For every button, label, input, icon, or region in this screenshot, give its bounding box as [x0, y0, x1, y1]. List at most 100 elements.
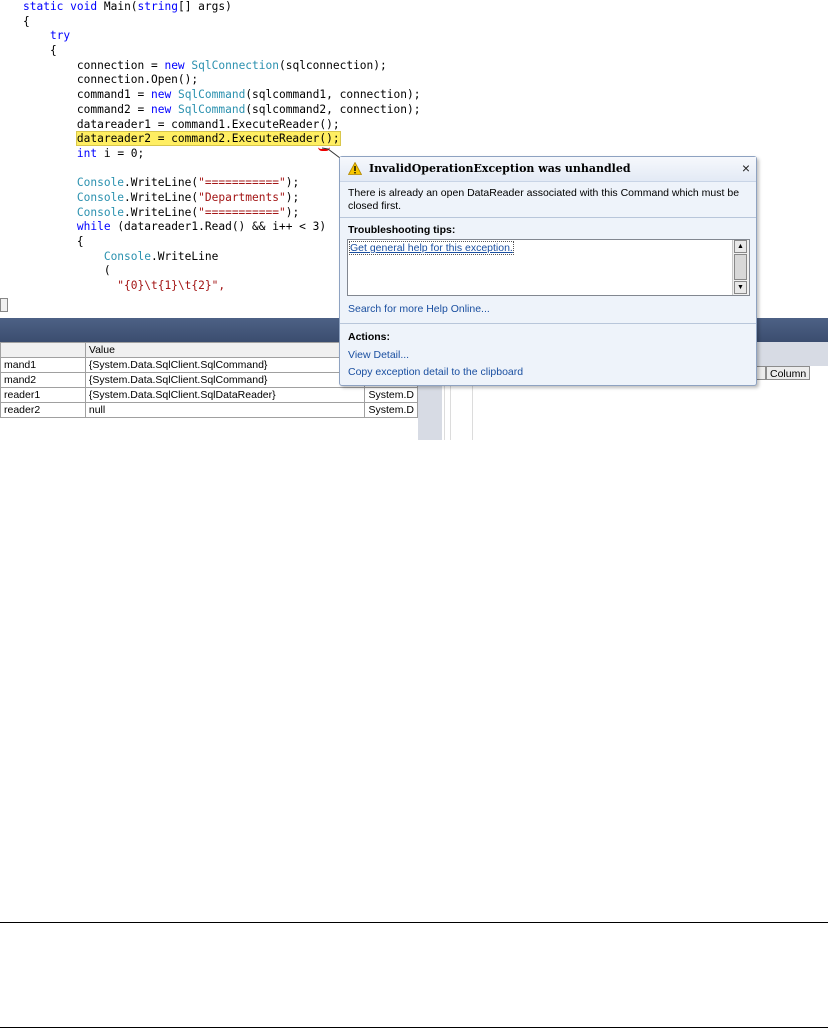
code-line[interactable]: static void Main(string[] args): [23, 0, 420, 15]
code-token: command2 =: [23, 102, 151, 116]
locals-cell-value: {System.Data.SqlClient.SqlCommand}: [84, 357, 366, 373]
code-token: "===========": [198, 205, 286, 219]
table-row[interactable]: reader2 null System.D: [0, 402, 418, 418]
code-token: Console: [103, 249, 151, 263]
code-line[interactable]: datareader1 = command1.ExecuteReader();: [23, 118, 420, 133]
exception-helper-popup: InvalidOperationException was unhandled …: [339, 156, 757, 386]
code-token: static: [23, 0, 64, 13]
code-token: );: [285, 190, 300, 204]
code-token: (sqlcommand2, connection);: [245, 102, 421, 116]
code-token: (sqlcommand1, connection);: [245, 88, 421, 102]
search-help-online-link[interactable]: Search for more Help Online...: [348, 303, 490, 315]
copy-exception-link[interactable]: Copy exception detail to the clipboard: [348, 366, 523, 378]
troubleshooting-heading: Troubleshooting tips:: [348, 224, 456, 236]
code-token: "===========": [198, 176, 286, 190]
divider: [340, 217, 756, 218]
locals-cell-name: reader2: [0, 402, 86, 418]
current-statement-highlight: datareader2 = command2.ExecuteReader();: [75, 131, 341, 147]
editor-scrollbar-stub[interactable]: [0, 298, 8, 312]
code-token: SqlCommand: [177, 88, 246, 102]
troubleshooting-tips-list[interactable]: Get general help for this exception. ▲ ▼: [347, 239, 750, 296]
code-line[interactable]: datareader2 = command2.ExecuteReader();: [23, 131, 420, 147]
exception-message: There is already an open DataReader asso…: [348, 187, 740, 212]
popup-title: InvalidOperationException was unhandled: [369, 162, 631, 175]
column-header-button[interactable]: Column: [766, 366, 810, 380]
code-token: new: [150, 88, 172, 102]
code-token: connection.Open();: [23, 73, 199, 87]
general-help-link[interactable]: Get general help for this exception.: [349, 241, 514, 255]
code-token: new: [150, 102, 172, 116]
code-token: Console: [76, 190, 125, 204]
code-token: );: [285, 176, 300, 190]
code-token: (datareader1.Read() && i++ < 3): [110, 220, 327, 234]
code-token: string: [137, 0, 178, 13]
code-token: void: [70, 0, 98, 13]
code-token: while: [76, 220, 111, 234]
table-row[interactable]: reader1 {System.Data.SqlClient.SqlDataRe…: [0, 387, 418, 403]
code-token: int: [76, 146, 98, 160]
code-token: try: [49, 29, 71, 43]
locals-cell-value: null: [84, 402, 366, 418]
tips-scrollbar[interactable]: ▲ ▼: [732, 240, 749, 295]
scroll-down-icon[interactable]: ▼: [734, 281, 747, 294]
code-token: Console: [76, 205, 125, 219]
code-line[interactable]: {: [23, 15, 420, 30]
code-line[interactable]: command2 = new SqlCommand(sqlcommand2, c…: [23, 102, 421, 118]
locals-cell-name: mand1: [0, 357, 86, 373]
code-line[interactable]: connection.Open();: [23, 73, 420, 88]
code-line[interactable]: try: [23, 29, 420, 44]
code-token: command1 =: [23, 88, 151, 102]
locals-cell-type: System.D: [364, 402, 418, 418]
code-token: "{0}\t{1}\t{2}",: [117, 279, 226, 293]
code-token: SqlConnection: [191, 58, 279, 72]
code-line[interactable]: {: [23, 44, 420, 59]
locals-cell-type: System.D: [364, 387, 418, 403]
page-rule-top: [0, 922, 828, 923]
code-token: Console: [76, 176, 125, 190]
code-token: [] args): [177, 0, 232, 13]
code-line[interactable]: command1 = new SqlCommand(sqlcommand1, c…: [23, 88, 421, 103]
view-detail-link[interactable]: View Detail...: [348, 349, 409, 361]
code-token: .WriteLine: [150, 249, 219, 263]
code-token: (: [23, 264, 111, 278]
locals-cell-name: reader1: [0, 387, 86, 403]
actions-heading: Actions:: [348, 331, 390, 343]
locals-cell-name: mand2: [0, 372, 86, 388]
locals-header-name[interactable]: [0, 342, 86, 358]
code-token: .WriteLine(: [124, 176, 199, 190]
code-token: (sqlconnection);: [278, 58, 387, 72]
locals-header-value[interactable]: Value: [84, 342, 366, 358]
locals-cell-value: {System.Data.SqlClient.SqlCommand}: [84, 372, 366, 388]
code-token: {: [23, 44, 57, 58]
code-token: Main(: [97, 0, 138, 13]
code-token: datareader1 = command1.ExecuteReader();: [23, 117, 340, 131]
close-icon[interactable]: ×: [742, 160, 750, 176]
scroll-thumb[interactable]: [734, 254, 747, 280]
code-token: {: [23, 14, 30, 28]
code-token: );: [285, 205, 300, 219]
page-rule-bottom: [0, 1027, 828, 1028]
code-token: .WriteLine(: [124, 205, 199, 219]
locals-cell-value: {System.Data.SqlClient.SqlDataReader}: [84, 387, 366, 403]
popup-title-bar: InvalidOperationException was unhandled …: [340, 157, 756, 182]
scroll-up-icon[interactable]: ▲: [734, 240, 747, 253]
code-token: new: [164, 58, 185, 72]
code-token: .WriteLine(: [124, 190, 199, 204]
code-token: connection =: [23, 58, 165, 72]
code-token: "Departments": [198, 190, 286, 204]
code-token: SqlCommand: [177, 102, 246, 116]
divider: [340, 323, 756, 324]
code-line[interactable]: connection = new SqlConnection(sqlconnec…: [23, 59, 420, 74]
warning-icon: [348, 162, 362, 175]
code-token: {: [23, 235, 84, 248]
code-token: i = 0;: [97, 146, 145, 160]
